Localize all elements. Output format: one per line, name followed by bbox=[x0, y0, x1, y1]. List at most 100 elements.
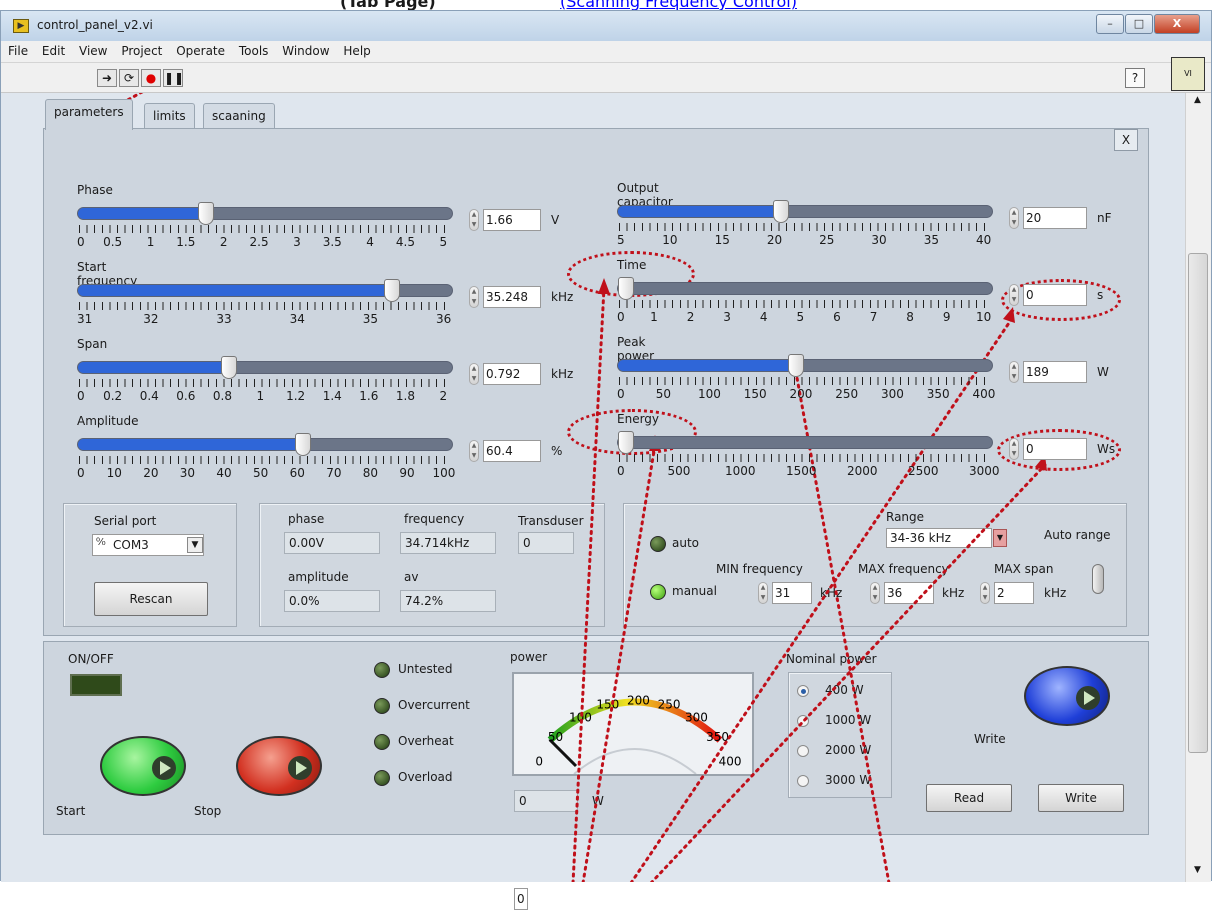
range-select[interactable]: 34-36 kHz ▼ bbox=[886, 528, 1007, 548]
tick-label: 70 bbox=[326, 466, 342, 480]
slider-value-input[interactable]: 1.66 bbox=[483, 209, 541, 231]
slider-value-input[interactable]: 0 bbox=[1023, 284, 1087, 306]
chevron-down-icon[interactable]: ▼ bbox=[187, 537, 203, 553]
gauge-tick-label: 400 bbox=[719, 755, 742, 769]
slider-thumb[interactable] bbox=[787, 354, 804, 377]
max-span-stepper[interactable]: ▲ ▼ bbox=[980, 582, 990, 604]
manual-led[interactable] bbox=[650, 584, 666, 600]
slider-thumb[interactable] bbox=[384, 279, 400, 302]
menu-tools[interactable]: Tools bbox=[234, 41, 274, 58]
slider-thumb[interactable] bbox=[618, 431, 634, 454]
start-button[interactable] bbox=[100, 736, 186, 796]
slider-value-input[interactable]: 189 bbox=[1023, 361, 1087, 383]
slider-stepper[interactable]: ▲ ▼ bbox=[1009, 438, 1019, 460]
maximize-button[interactable]: □ bbox=[1125, 14, 1153, 34]
nominal-3000w-radio[interactable] bbox=[797, 775, 809, 787]
slider-stepper[interactable]: ▲ ▼ bbox=[469, 363, 479, 385]
tick-label: 0.5 bbox=[103, 235, 123, 249]
max-frequency-stepper[interactable]: ▲ ▼ bbox=[870, 582, 880, 604]
scroll-down-icon[interactable]: ▼ bbox=[1194, 865, 1201, 875]
slider-thumb[interactable] bbox=[197, 202, 214, 225]
slider-track[interactable] bbox=[617, 277, 993, 300]
slider-value-input[interactable]: 0 bbox=[1023, 438, 1087, 460]
write-round-button[interactable] bbox=[1024, 666, 1110, 726]
slider-value-input[interactable]: 35.248 bbox=[483, 286, 541, 308]
serial-port-select[interactable]: ⁰⁄₀ COM3 ▼ bbox=[92, 534, 204, 556]
menu-operate[interactable]: Operate bbox=[171, 41, 230, 58]
menu-edit[interactable]: Edit bbox=[37, 41, 70, 58]
slider-stepper[interactable]: ▲ ▼ bbox=[1009, 284, 1019, 306]
slider-value-input[interactable]: 60.4 bbox=[483, 440, 541, 462]
tab-limits[interactable]: limits bbox=[144, 103, 195, 129]
nominal-power-label: Nominal power bbox=[786, 652, 877, 666]
slider-track[interactable] bbox=[77, 202, 453, 225]
caption-strip: (Tab Page) (Scanning Frequency Control) bbox=[0, 0, 1212, 10]
menu-window[interactable]: Window bbox=[277, 41, 334, 58]
slider-thumb[interactable] bbox=[772, 200, 789, 223]
power-readout: 0 bbox=[514, 888, 528, 910]
read-button[interactable]: Read bbox=[926, 784, 1012, 812]
nominal-400w-radio[interactable] bbox=[797, 685, 809, 697]
slider-track[interactable] bbox=[617, 354, 993, 377]
slider-thumb[interactable] bbox=[295, 433, 312, 456]
write-button[interactable]: Write bbox=[1038, 784, 1124, 812]
slider-stepper[interactable]: ▲ ▼ bbox=[1009, 361, 1019, 383]
minimize-button[interactable]: – bbox=[1096, 14, 1124, 34]
scroll-up-icon[interactable]: ▲ bbox=[1194, 95, 1201, 105]
auto-range-toggle[interactable] bbox=[1092, 564, 1104, 594]
slider-stepper[interactable]: ▲ ▼ bbox=[469, 209, 479, 231]
close-button[interactable]: X bbox=[1154, 14, 1200, 34]
tick-label: 1.6 bbox=[359, 389, 379, 403]
tick-label: 1.5 bbox=[176, 235, 196, 249]
readouts-group: phase 0.00V frequency 34.714kHz Transdus… bbox=[259, 503, 605, 627]
tab-scanning[interactable]: scaaning bbox=[203, 103, 275, 129]
slider-thumb[interactable] bbox=[618, 277, 634, 300]
stop-button[interactable] bbox=[236, 736, 322, 796]
tick-label: 10 bbox=[662, 233, 678, 247]
stop-label: Stop bbox=[194, 804, 222, 818]
max-frequency-input[interactable]: 36 bbox=[884, 582, 934, 604]
slider-track[interactable] bbox=[617, 200, 993, 223]
abort-icon[interactable]: ● bbox=[141, 69, 161, 87]
slider-fill bbox=[618, 206, 780, 217]
tick-label: 3000 bbox=[969, 464, 1000, 478]
tick-label: 0.2 bbox=[103, 389, 123, 403]
vertical-scrollbar[interactable]: ▲ ▼ bbox=[1185, 93, 1211, 882]
min-frequency-input[interactable]: 31 bbox=[772, 582, 812, 604]
start-arrow-icon bbox=[152, 756, 176, 780]
menu-help[interactable]: Help bbox=[338, 41, 375, 58]
menu-view[interactable]: View bbox=[74, 41, 112, 58]
slider-stepper[interactable]: ▲ ▼ bbox=[469, 440, 479, 462]
tab-parameters[interactable]: parameters bbox=[45, 99, 133, 130]
slider-track[interactable] bbox=[77, 356, 453, 379]
pause-icon[interactable]: ❚❚ bbox=[163, 69, 184, 87]
range-value: 34-36 kHz bbox=[890, 531, 951, 545]
rescan-button[interactable]: Rescan bbox=[94, 582, 208, 616]
vi-icon: VI bbox=[1171, 57, 1205, 91]
slider-track[interactable] bbox=[77, 433, 453, 456]
min-frequency-stepper[interactable]: ▲ ▼ bbox=[758, 582, 768, 604]
nominal-1000w-radio[interactable] bbox=[797, 715, 809, 727]
slider-track[interactable] bbox=[77, 279, 453, 302]
tab-close-button[interactable]: X bbox=[1114, 129, 1138, 151]
slider-value-input[interactable]: 0.792 bbox=[483, 363, 541, 385]
slider-value-input[interactable]: 20 bbox=[1023, 207, 1087, 229]
run-arrow-icon[interactable]: ➜ bbox=[97, 69, 117, 87]
help-icon[interactable]: ? bbox=[1125, 68, 1145, 88]
auto-led[interactable] bbox=[650, 536, 666, 552]
slider-thumb[interactable] bbox=[220, 356, 237, 379]
nominal-2000w-radio[interactable] bbox=[797, 745, 809, 757]
tick-label: 150 bbox=[743, 387, 767, 401]
slider-fill bbox=[78, 285, 398, 296]
scroll-thumb[interactable] bbox=[1188, 253, 1208, 753]
range-dropdown-icon[interactable]: ▼ bbox=[993, 529, 1007, 547]
run-continuously-icon[interactable]: ⟳ bbox=[119, 69, 139, 87]
max-span-input[interactable]: 2 bbox=[994, 582, 1034, 604]
max-span-unit: kHz bbox=[1044, 586, 1067, 600]
slider-stepper[interactable]: ▲ ▼ bbox=[469, 286, 479, 308]
menu-file[interactable]: File bbox=[3, 41, 33, 58]
slider-stepper[interactable]: ▲ ▼ bbox=[1009, 207, 1019, 229]
tick-label: 400 bbox=[972, 387, 996, 401]
slider-track[interactable] bbox=[617, 431, 993, 454]
menu-project[interactable]: Project bbox=[116, 41, 167, 58]
